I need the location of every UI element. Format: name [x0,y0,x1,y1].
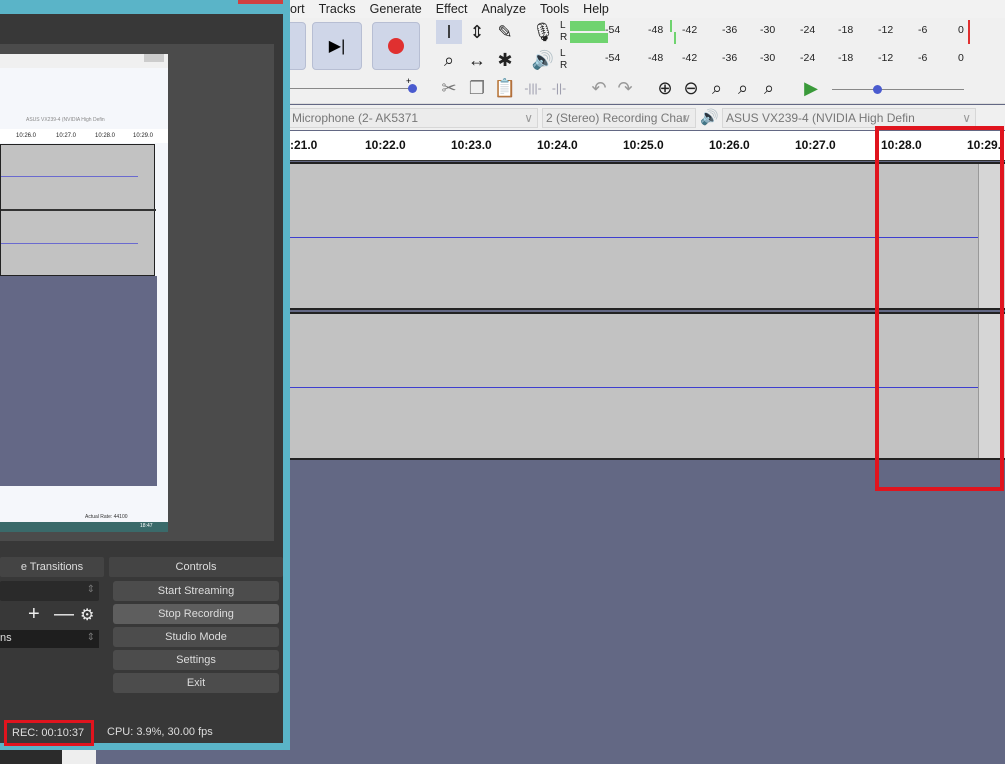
timeshift-tool-icon[interactable]: ↔ [464,48,490,72]
menu-bar: ort Tracks Generate Effect Analyze Tools… [290,0,1005,18]
menu-tracks[interactable]: Tracks [312,0,363,18]
trim-icon[interactable]: -|||- [520,76,546,100]
recording-time: REC: 00:10:37 [4,720,94,746]
cut-icon[interactable]: ✂ [436,76,462,100]
menu-analyze[interactable]: Analyze [475,0,533,18]
playback-speed-handle[interactable] [873,85,882,94]
spin-icon: ⇕ [86,632,95,643]
transitions-panel-header: e Transitions [0,557,104,577]
zoom-tool-icon[interactable]: ⌕ [436,48,462,72]
meter-level-right [570,33,608,43]
playback-meter[interactable]: L R -54 -48 -42 -36 -30 -24 -18 -12 -6 0 [560,48,975,71]
record-button[interactable] [372,22,420,70]
recording-volume-slider[interactable] [290,88,412,89]
undo-icon[interactable]: ↶ [586,76,612,100]
start-streaming-button[interactable]: Start Streaming [113,581,279,601]
fit-project-icon[interactable]: ⌕ [730,76,756,100]
menu-help[interactable]: Help [576,0,616,18]
studio-mode-button[interactable]: Studio Mode [113,627,279,647]
copy-icon[interactable]: ❐ [464,76,490,100]
zoom-in-icon[interactable]: ⊕ [652,76,678,100]
meter-level-left [570,21,605,31]
stop-recording-button[interactable]: Stop Recording [113,604,279,624]
record-icon [388,38,404,54]
toolbars: ▶| I ⇕ ✎ ⌕ ↔ ✱ 🎙 🔊 L R -54 -48 -42 -36 -30 -2… [286,18,1005,104]
recording-meter[interactable]: L R -54 -48 -42 -36 -30 -24 -18 -12 -6 0 [560,20,975,44]
menu-tools[interactable]: Tools [533,0,576,18]
microphone-icon[interactable]: 🎙 [530,20,556,44]
taskbar-fragment [0,750,62,764]
preview-ruler: 10:26.0 10:27.0 10:28.0 10:29.0 [0,129,168,143]
remove-icon[interactable]: — [54,603,74,626]
play-at-speed-icon[interactable]: ▶ [798,76,824,100]
speaker-icon[interactable]: 🔊 [530,48,556,72]
settings-button[interactable]: Settings [113,650,279,670]
draw-tool-icon[interactable]: ✎ [492,20,518,44]
playback-speaker-icon: 🔊 [700,109,719,126]
skip-end-icon: ▶| [328,38,346,55]
controls-panel-header: Controls [109,557,283,577]
preview-canvas[interactable]: 10:26.0 10:27.0 10:28.0 10:29.0 ASUS VX239-… [0,44,274,541]
envelope-tool-icon[interactable]: ⇕ [464,20,490,44]
close-button[interactable] [238,0,283,4]
channels-select[interactable]: 2 (Stereo) Recording Char ∨ [542,108,696,128]
playback-speed-slider[interactable] [832,89,964,90]
recording-device-select[interactable]: Microphone (2- AK5371 ∨ [288,108,538,128]
obs-window: 10:26.0 10:27.0 10:28.0 10:29.0 ASUS VX239-… [0,0,290,750]
fit-selection-icon[interactable]: ⌕ [704,76,730,100]
silence-icon[interactable]: -||- [546,76,572,100]
transition-select[interactable]: ⇕ [0,581,99,601]
zoom-toggle-icon[interactable]: ⌕ [756,76,782,100]
zoom-out-icon[interactable]: ⊖ [678,76,704,100]
gear-icon[interactable]: ⚙ [80,605,94,625]
exit-button[interactable]: Exit [113,673,279,693]
menu-export[interactable]: ort [290,0,312,18]
skip-end-button[interactable]: ▶| [312,22,362,70]
recording-volume-handle[interactable] [408,84,417,93]
duration-field[interactable]: ns ⇕ [0,630,99,648]
menu-effect[interactable]: Effect [429,0,475,18]
playback-device-select[interactable]: ASUS VX239-4 (NVIDIA High Defin ∨ [722,108,976,128]
highlight-box-timeline-end [875,126,1004,491]
selection-tool-icon[interactable]: I [436,20,462,44]
spin-icon: ⇕ [86,584,95,595]
menu-generate[interactable]: Generate [363,0,429,18]
multi-tool-icon[interactable]: ✱ [492,48,518,72]
preview-capture-audacity: 10:26.0 10:27.0 10:28.0 10:29.0 ASUS VX239-… [0,54,168,532]
add-icon[interactable]: + [28,603,40,626]
cpu-status: CPU: 3.9%, 30.00 fps [107,726,213,738]
redo-icon[interactable]: ↷ [612,76,638,100]
paste-icon[interactable]: 📋 [492,76,518,100]
